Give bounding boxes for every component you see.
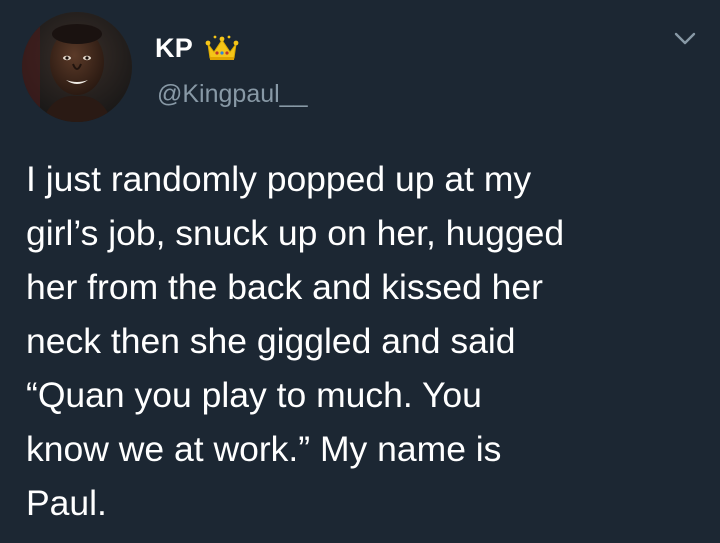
display-name[interactable]: KP <box>155 33 193 64</box>
author-name-row: KP <box>155 32 239 64</box>
tweet-card: KP @Kingpaul__ I just randomly popped up… <box>0 0 720 543</box>
crown-icon <box>205 35 239 60</box>
profile-photo-icon <box>22 12 132 122</box>
tweet-text: I just randomly popped up at my girl’s j… <box>26 159 565 523</box>
user-handle[interactable]: @Kingpaul__ <box>157 80 308 109</box>
chevron-down-icon[interactable] <box>670 28 700 50</box>
avatar[interactable] <box>22 12 132 122</box>
